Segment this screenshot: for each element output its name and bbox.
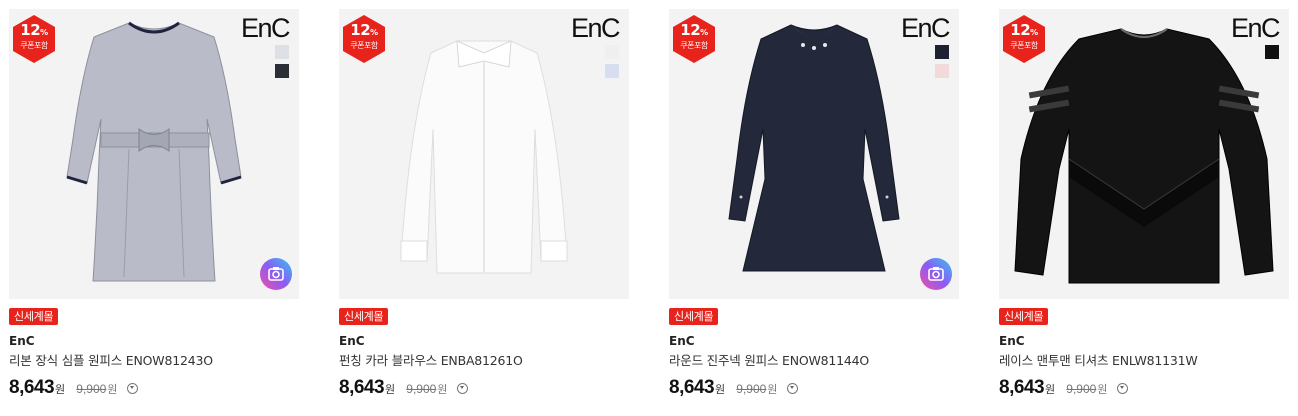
- price-info-icon[interactable]: [786, 383, 798, 394]
- price-unit: 원: [715, 383, 726, 396]
- color-swatch: [935, 45, 949, 59]
- product-image[interactable]: 12% 쿠폰포함 EnC: [339, 9, 629, 299]
- product-brand: EnC: [9, 334, 35, 348]
- original-price-unit: 원: [1097, 383, 1108, 396]
- price-info-icon[interactable]: [1116, 383, 1128, 394]
- mall-tag: 신세계몰: [9, 308, 59, 325]
- color-swatch: [935, 64, 949, 78]
- price-unit: 원: [55, 383, 66, 396]
- sale-price: 8,643: [9, 377, 55, 398]
- brand-logo: EnC: [900, 13, 951, 43]
- product-name[interactable]: 펀칭 카라 블라우스 ENBA81261O: [339, 353, 523, 368]
- brand-logo: EnC: [240, 13, 291, 43]
- color-swatch: [1265, 45, 1279, 59]
- coupon-badge: 12% 쿠폰포함: [13, 15, 55, 63]
- price-row: 8,643원 9,900원: [9, 377, 138, 399]
- mall-tag: 신세계몰: [669, 308, 719, 325]
- product-card[interactable]: 12% 쿠폰포함 EnC 신세계몰 EnC 펀칭 카라 블라우스 ENBA812…: [339, 9, 629, 416]
- camera-icon[interactable]: [260, 258, 292, 290]
- product-name[interactable]: 라운드 진주넥 원피스 ENOW81144O: [669, 353, 869, 368]
- original-price: 9,900: [406, 382, 437, 396]
- coupon-badge: 12% 쿠폰포함: [673, 15, 715, 63]
- price-row: 8,643원 9,900원: [339, 377, 468, 399]
- product-card[interactable]: 12% 쿠폰포함 EnC 신세계몰 EnC 리본 장식 심플 원피스 ENOW8…: [9, 9, 299, 416]
- price-unit: 원: [385, 383, 396, 396]
- product-name[interactable]: 리본 장식 심플 원피스 ENOW81243O: [9, 353, 213, 368]
- original-price-unit: 원: [437, 383, 448, 396]
- original-price-unit: 원: [767, 383, 778, 396]
- mall-tag: 신세계몰: [339, 308, 389, 325]
- original-price-unit: 원: [107, 383, 118, 396]
- product-brand: EnC: [669, 334, 695, 348]
- brand-logo: EnC: [1230, 13, 1281, 43]
- sale-price: 8,643: [669, 377, 715, 398]
- sale-price: 8,643: [999, 377, 1045, 398]
- color-swatch: [275, 64, 289, 78]
- color-swatches: [1265, 45, 1279, 64]
- price-unit: 원: [1045, 383, 1056, 396]
- original-price: 9,900: [76, 382, 107, 396]
- price-row: 8,643원 9,900원: [669, 377, 798, 399]
- color-swatch: [605, 64, 619, 78]
- color-swatches: [605, 45, 619, 83]
- product-brand: EnC: [999, 334, 1025, 348]
- original-price: 9,900: [1066, 382, 1097, 396]
- price-row: 8,643원 9,900원: [999, 377, 1128, 399]
- product-image[interactable]: 12% 쿠폰포함 EnC: [9, 9, 299, 299]
- color-swatches: [275, 45, 289, 83]
- color-swatch: [275, 45, 289, 59]
- product-image[interactable]: 12% 쿠폰포함 EnC: [999, 9, 1289, 299]
- price-info-icon[interactable]: [126, 383, 138, 394]
- brand-logo: EnC: [570, 13, 621, 43]
- sale-price: 8,643: [339, 377, 385, 398]
- color-swatch: [605, 45, 619, 59]
- price-info-icon[interactable]: [456, 383, 468, 394]
- product-card[interactable]: 12% 쿠폰포함 EnC 신세계몰 EnC 레이스 맨투맨 티셔츠 ENLW81…: [999, 9, 1289, 416]
- original-price: 9,900: [736, 382, 767, 396]
- product-name[interactable]: 레이스 맨투맨 티셔츠 ENLW81131W: [999, 353, 1198, 368]
- product-card[interactable]: 12% 쿠폰포함 EnC 신세계몰 EnC 라운드 진주넥 원피스 ENOW81…: [669, 9, 959, 416]
- coupon-badge: 12% 쿠폰포함: [1003, 15, 1045, 63]
- color-swatches: [935, 45, 949, 83]
- product-brand: EnC: [339, 334, 365, 348]
- mall-tag: 신세계몰: [999, 308, 1049, 325]
- camera-icon[interactable]: [920, 258, 952, 290]
- coupon-badge: 12% 쿠폰포함: [343, 15, 385, 63]
- product-grid: 12% 쿠폰포함 EnC 신세계몰 EnC 리본 장식 심플 원피스 ENOW8…: [9, 9, 1298, 416]
- product-image[interactable]: 12% 쿠폰포함 EnC: [669, 9, 959, 299]
